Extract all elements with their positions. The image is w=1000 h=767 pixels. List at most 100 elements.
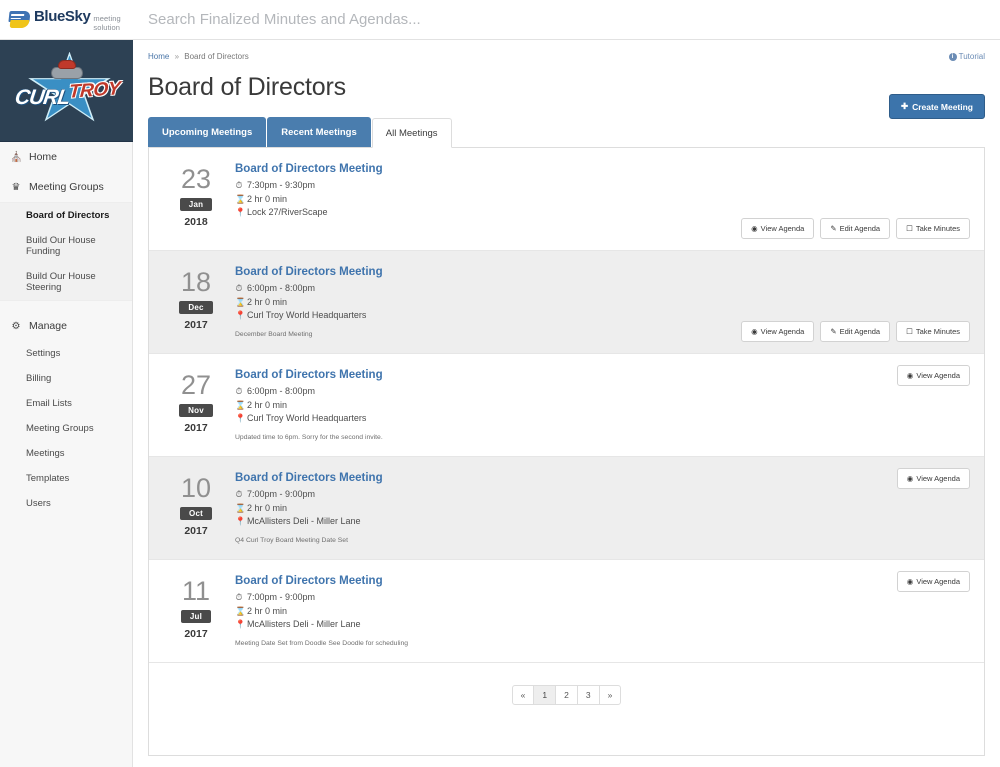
meeting-info: Board of Directors Meeting ⏱ 7:00pm - 9:…	[229, 574, 970, 650]
tab-upcoming-meetings[interactable]: Upcoming Meetings	[148, 117, 267, 147]
meeting-duration: 2 hr 0 min	[247, 502, 288, 513]
map-pin-icon: 📍	[235, 619, 246, 629]
clock-icon: ⏱	[235, 283, 243, 293]
pagination-page-2[interactable]: 2	[555, 685, 578, 705]
sidebar-nav: ⛪ Home ♛ Meeting Groups Board of Directo…	[0, 142, 132, 516]
sidebar-item-users[interactable]: Users	[0, 491, 132, 516]
meetings-panel: 23 Jan 2018 Board of Directors Meeting ⏱…	[148, 148, 985, 756]
edit-agenda-button[interactable]: ✎ Edit Agenda	[820, 321, 891, 342]
pagination-page-1[interactable]: 1	[533, 685, 557, 705]
page-title: Board of Directors	[148, 73, 346, 101]
meeting-month: Jan	[179, 198, 213, 211]
meeting-year: 2018	[184, 216, 208, 228]
take-minutes-button[interactable]: ☐ Take Minutes	[896, 218, 970, 239]
sidebar-item-meeting-groups[interactable]: Meeting Groups	[0, 416, 132, 441]
sidebar-item-templates[interactable]: Templates	[0, 466, 132, 491]
sidebar: CURL TROY ⛪ Home ♛ Meeting Groups Board …	[0, 40, 133, 767]
sidebar-item-billing[interactable]: Billing	[0, 366, 132, 391]
clock-icon: ⏱	[235, 592, 243, 602]
meeting-day: 27	[180, 370, 212, 400]
breadcrumb-current: Board of Directors	[184, 52, 249, 61]
meeting-duration: 2 hr 0 min	[247, 193, 288, 204]
view-agenda-button[interactable]: ◉ View Agenda	[896, 365, 970, 386]
table-row: 27 Nov 2017 Board of Directors Meeting ⏱…	[149, 354, 984, 457]
meeting-title[interactable]: Board of Directors Meeting	[235, 575, 970, 587]
meeting-info: Board of Directors Meeting ⏱ 6:00pm - 8:…	[229, 368, 970, 444]
meeting-month: Nov	[179, 404, 213, 417]
take-minutes-label: Take Minutes	[915, 224, 960, 233]
sidebar-item-email-lists[interactable]: Email Lists	[0, 391, 132, 416]
view-agenda-button[interactable]: ◉ View Agenda	[896, 468, 970, 489]
breadcrumb-home[interactable]: Home	[148, 52, 169, 61]
view-agenda-label: View Agenda	[916, 474, 960, 483]
meeting-time: 7:00pm - 9:00pm	[247, 489, 316, 499]
pagination-prev[interactable]: «	[511, 685, 535, 705]
edit-agenda-button[interactable]: ✎ Edit Agenda	[820, 218, 891, 239]
tutorial-label: Tutorial	[958, 52, 985, 61]
org-logo[interactable]: CURL TROY	[0, 40, 133, 142]
hourglass-icon: ⌛	[235, 193, 246, 204]
breadcrumb: Home » Board of Directors	[148, 52, 249, 61]
meeting-time: 6:00pm - 8:00pm	[247, 283, 316, 293]
view-agenda-label: View Agenda	[916, 577, 960, 586]
meeting-title[interactable]: Board of Directors Meeting	[235, 163, 970, 175]
eye-icon: ◉	[906, 371, 914, 380]
pagination-page-3[interactable]: 3	[576, 685, 600, 705]
curling-stone-star-icon: CURL TROY	[7, 51, 127, 130]
sidebar-section-meeting-groups[interactable]: ♛ Meeting Groups	[0, 172, 132, 202]
gear-icon: ⚙	[11, 320, 21, 332]
meeting-day: 11	[181, 576, 211, 606]
tab-recent-meetings[interactable]: Recent Meetings	[267, 117, 371, 147]
sidebar-item-settings[interactable]: Settings	[0, 341, 132, 366]
tutorial-link[interactable]: i Tutorial	[948, 52, 985, 61]
sidebar-item-build-our-house-funding[interactable]: Build Our House Funding	[0, 228, 132, 264]
view-agenda-button[interactable]: ◉ View Agenda	[741, 321, 815, 342]
sidebar-item-board-of-directors[interactable]: Board of Directors	[0, 203, 132, 228]
brand-logo[interactable]: BlueSky meeting solution	[0, 0, 140, 40]
sidebar-item-meetings[interactable]: Meetings	[0, 441, 132, 466]
sidebar-item-home[interactable]: ⛪ Home	[0, 142, 132, 172]
meeting-title[interactable]: Board of Directors Meeting	[235, 472, 970, 484]
hourglass-icon: ⌛	[235, 605, 246, 616]
meeting-title[interactable]: Board of Directors Meeting	[235, 369, 970, 381]
meeting-time: 7:30pm - 9:30pm	[247, 180, 316, 190]
meeting-duration-line: ⌛ 2 hr 0 min	[235, 502, 970, 516]
edit-agenda-label: Edit Agenda	[839, 327, 881, 336]
meeting-title[interactable]: Board of Directors Meeting	[235, 266, 970, 278]
meeting-day: 10	[180, 473, 212, 503]
sidebar-section-manage[interactable]: ⚙ Manage	[0, 311, 132, 341]
table-row: 18 Dec 2017 Board of Directors Meeting ⏱…	[149, 251, 984, 354]
view-agenda-button[interactable]: ◉ View Agenda	[741, 218, 815, 239]
sidebar-item-label: Home	[29, 151, 58, 163]
meeting-time-line: ⏱ 7:00pm - 9:00pm	[235, 488, 970, 502]
sidebar-item-build-our-house-steering[interactable]: Build Our House Steering	[0, 264, 132, 300]
meeting-year: 2017	[184, 319, 208, 331]
take-minutes-button[interactable]: ☐ Take Minutes	[896, 321, 970, 342]
clock-icon: ⏱	[235, 180, 243, 190]
meeting-year: 2017	[184, 422, 208, 434]
meeting-location: Lock 27/RiverScape	[247, 207, 328, 217]
breadcrumb-bar: Home » Board of Directors i Tutorial	[148, 52, 985, 61]
meeting-day: 18	[180, 267, 212, 297]
meeting-time-line: ⏱ 6:00pm - 8:00pm	[235, 385, 970, 399]
hourglass-icon: ⌛	[235, 399, 246, 410]
meeting-date: 27 Nov 2017	[163, 368, 229, 444]
meeting-year: 2017	[184, 525, 208, 537]
meeting-duration-line: ⌛ 2 hr 0 min	[235, 296, 970, 310]
meeting-date: 23 Jan 2018	[163, 162, 229, 238]
meeting-location: Curl Troy World Headquarters	[247, 413, 367, 423]
clock-icon: ⏱	[235, 489, 243, 499]
create-meeting-label: Create Meeting	[912, 101, 973, 112]
search-input[interactable]: Search Finalized Minutes and Agendas...	[148, 11, 421, 28]
pagination-next[interactable]: »	[598, 685, 622, 705]
meeting-note: Updated time to 6pm. Sorry for the secon…	[235, 433, 383, 441]
plus-icon: ✚	[900, 101, 909, 111]
tab-all-meetings[interactable]: All Meetings	[371, 118, 452, 148]
sidebar-manage-list: Settings Billing Email Lists Meeting Gro…	[0, 341, 132, 516]
checkbox-icon: ☐	[906, 327, 913, 336]
bluesky-swoosh-icon	[8, 10, 31, 30]
create-meeting-button[interactable]: ✚ Create Meeting	[888, 94, 985, 119]
view-agenda-button[interactable]: ◉ View Agenda	[896, 571, 970, 592]
eye-icon: ◉	[751, 327, 758, 336]
app-root: BlueSky meeting solution Search Finalize…	[0, 0, 1000, 767]
